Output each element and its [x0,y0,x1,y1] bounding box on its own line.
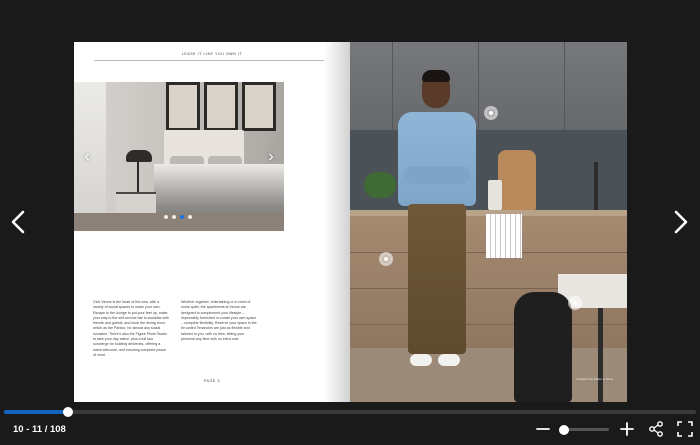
person-trousers [408,204,466,354]
faucet [594,162,598,210]
page-progress-slider[interactable] [4,407,696,417]
next-page-button[interactable] [670,208,692,236]
carousel-dot[interactable] [164,215,168,219]
header-rule [94,60,324,61]
share-button[interactable] [646,419,666,439]
book-spread: LEASE IT LIKE YOU OWN IT ‹ › Club Venue … [74,42,627,402]
fullscreen-icon [677,421,693,437]
hotspot[interactable] [379,252,393,266]
person-figure [394,70,476,382]
herb-plant [364,172,396,198]
chevron-right-icon [674,210,688,234]
prev-page-button[interactable] [7,208,29,236]
zoom-out-button[interactable] [533,419,553,439]
body-column-1: Club Venue is the heart of the new, with… [93,300,169,357]
minus-icon [536,428,550,430]
dining-chair [514,292,572,402]
carousel-prev-button[interactable]: ‹ [80,148,94,166]
hotspot[interactable] [568,296,582,310]
left-page: LEASE IT LIKE YOU OWN IT ‹ › Club Venue … [74,42,350,402]
tea-towel [486,214,522,258]
body-column-2: Whether together, entertaining or in nee… [181,300,257,342]
zoom-handle[interactable] [559,424,569,435]
fullscreen-button[interactable] [675,419,695,439]
wall-art-frame [204,82,238,131]
lamp [126,150,152,162]
page-folio: PAGE 3 [204,379,220,383]
share-icon [649,421,663,437]
person-shirt [398,112,476,206]
carousel-dot[interactable] [172,215,176,219]
zoom-slider[interactable] [559,424,609,435]
cutting-board [498,150,536,210]
carousel-next-button[interactable]: › [264,148,278,166]
wall-art-frame [166,82,200,131]
carousel-dot[interactable] [188,215,192,219]
progress-fill [4,410,69,414]
flipbook-viewer: LEASE IT LIKE YOU OWN IT ‹ › Club Venue … [0,0,700,445]
hotspot[interactable] [484,106,498,120]
page-counter: 10 - 11 / 108 [13,424,66,435]
carousel-dots [164,215,192,219]
wall-art-frame [242,82,276,131]
right-page-photo: Lifestyle in the kitchen at Venue [350,42,627,402]
zoom-in-button[interactable] [617,419,637,439]
chevron-left-icon [11,210,25,234]
carousel-dot[interactable] [180,215,184,219]
body-text: Club Venue is the heart of the new, with… [93,300,333,358]
floor [350,348,627,402]
photo-credit: Lifestyle in the kitchen at Venue [576,378,613,381]
image-carousel[interactable]: ‹ › [74,82,284,231]
utensil-jar [488,180,502,210]
plus-icon [620,422,634,436]
running-head: LEASE IT LIKE YOU OWN IT [181,52,243,56]
progress-handle[interactable] [63,407,74,417]
